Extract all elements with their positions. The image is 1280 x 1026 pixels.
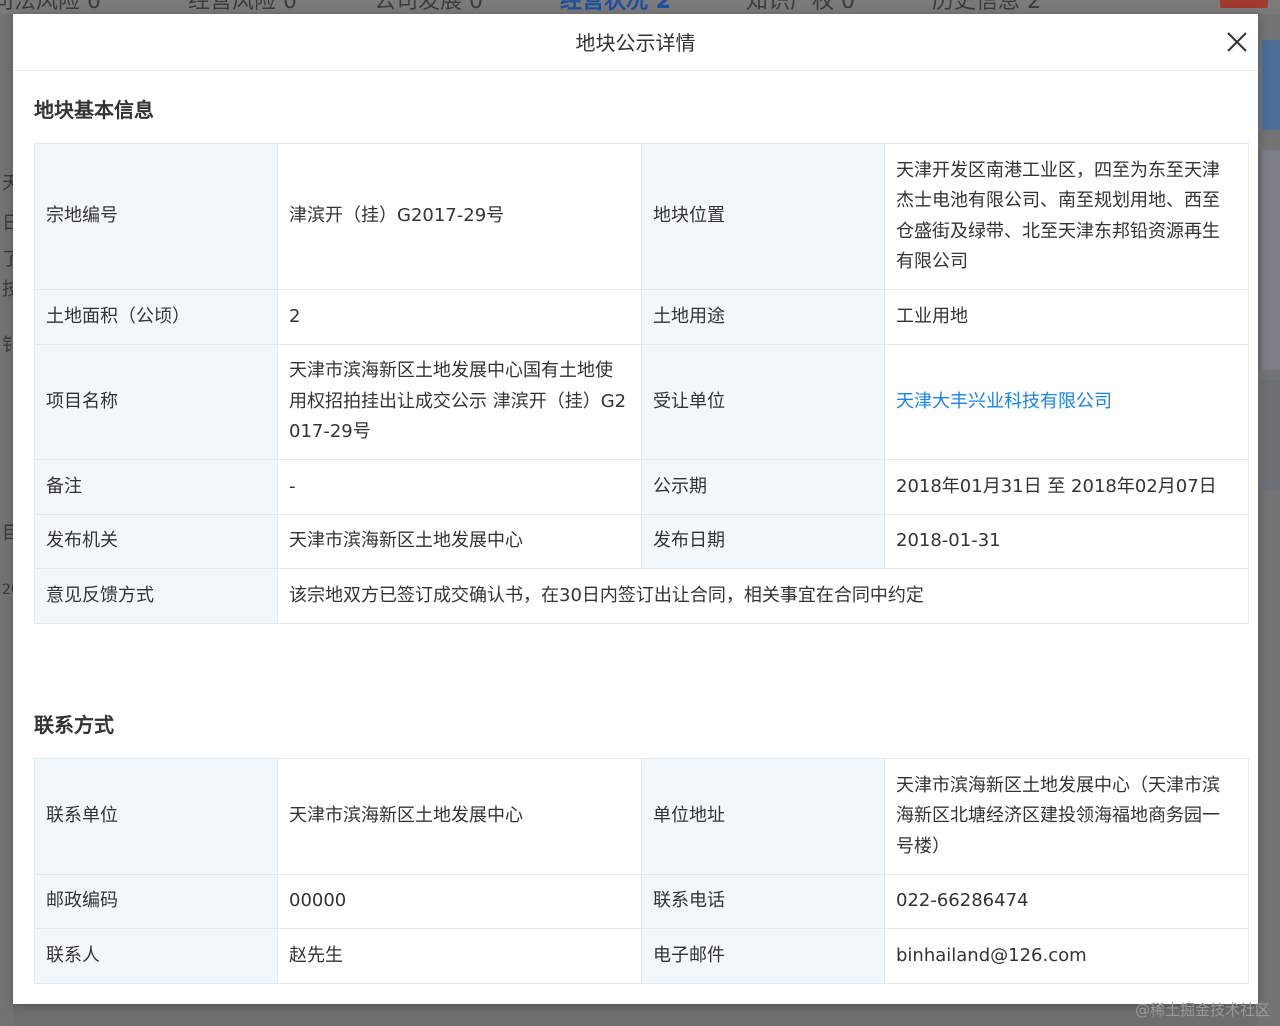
field-value-remarks: - [277, 459, 642, 515]
field-value-postal-code: 00000 [277, 874, 642, 929]
field-value-parcel-location: 天津开发区南港工业区，四至为东至天津杰士电池有限公司、南至规划用地、西至仓盛街及… [884, 143, 1249, 290]
field-label: 联系电话 [641, 874, 885, 929]
field-value-contact-person: 赵先生 [277, 928, 642, 984]
land-notice-modal: 地块公示详情 地块基本信息 宗地编号 津滨开（挂）G2017-29号 地块位置 … [13, 14, 1258, 1004]
field-value-land-use: 工业用地 [884, 289, 1249, 345]
background-side-panel [1262, 380, 1280, 490]
watermark: @稀土掘金技术社区 [1134, 1001, 1270, 1019]
table-row: 邮政编码 00000 联系电话 022-66286474 [34, 874, 1249, 929]
field-label: 联系单位 [34, 758, 278, 875]
field-value-publish-date: 2018-01-31 [884, 514, 1249, 569]
field-value-land-area: 2 [277, 289, 642, 345]
field-value-assignee: 天津大丰兴业科技有限公司 [884, 344, 1249, 460]
field-label: 发布机关 [34, 514, 278, 569]
field-value-contact-unit: 天津市滨海新区土地发展中心 [277, 758, 642, 875]
background-tab-history: 历史信息 2 [932, 0, 1042, 14]
background-side-panel [1262, 150, 1280, 370]
field-label: 土地面积（公顷） [34, 289, 278, 345]
background-tab-operations: 经营状况 2 [560, 0, 671, 14]
background-logo [1220, 0, 1268, 8]
field-label: 宗地编号 [34, 143, 278, 290]
field-label: 受让单位 [641, 344, 885, 460]
field-label: 电子邮件 [641, 928, 885, 984]
table-row: 联系人 赵先生 电子邮件 binhailand@126.com [34, 928, 1249, 984]
background-tab-legal-risk: 司法风险 0 [0, 0, 102, 14]
background-tab-business-risk: 经营风险 0 [188, 0, 298, 14]
modal-header: 地块公示详情 [13, 14, 1258, 71]
field-label: 发布日期 [641, 514, 885, 569]
field-value-email: binhailand@126.com [884, 928, 1249, 984]
field-value-project-name: 天津市滨海新区土地发展中心国有土地使用权招拍挂出让成交公示 津滨开（挂）G201… [277, 344, 642, 460]
field-label: 意见反馈方式 [34, 568, 278, 624]
background-tab-bar: 司法风险 0 经营风险 0 公司发展 0 经营状况 2 知识产权 0 历史信息 … [0, 0, 1280, 14]
field-value-feedback-method: 该宗地双方已签订成交确认书，在30日内签订出让合同，相关事宜在合同中约定 [277, 568, 1249, 624]
contact-table: 联系单位 天津市滨海新区土地发展中心 单位地址 天津市滨海新区土地发展中心（天津… [34, 758, 1249, 984]
background-tab-development: 公司发展 0 [374, 0, 484, 14]
field-value-unit-address: 天津市滨海新区土地发展中心（天津市滨海新区北塘经济区建投领海福地商务园一号楼） [884, 758, 1249, 875]
field-label: 邮政编码 [34, 874, 278, 929]
basic-info-table: 宗地编号 津滨开（挂）G2017-29号 地块位置 天津开发区南港工业区，四至为… [34, 143, 1249, 624]
basic-info-section-title: 地块基本信息 [34, 98, 154, 122]
field-value-notice-period: 2018年01月31日 至 2018年02月07日 [884, 459, 1249, 515]
field-label: 备注 [34, 459, 278, 515]
table-row: 意见反馈方式 该宗地双方已签订成交确认书，在30日内签订出让合同，相关事宜在合同… [34, 568, 1249, 624]
field-label: 项目名称 [34, 344, 278, 460]
close-button[interactable] [1224, 29, 1250, 55]
table-row: 宗地编号 津滨开（挂）G2017-29号 地块位置 天津开发区南港工业区，四至为… [34, 143, 1249, 290]
field-label: 土地用途 [641, 289, 885, 345]
field-label: 单位地址 [641, 758, 885, 875]
background-tab-ip: 知识产权 0 [746, 0, 856, 14]
modal-title: 地块公示详情 [575, 31, 696, 55]
field-value-issuing-authority: 天津市滨海新区土地发展中心 [277, 514, 642, 569]
background-side-panel [1262, 40, 1280, 130]
contact-section-title: 联系方式 [34, 713, 114, 737]
table-row: 项目名称 天津市滨海新区土地发展中心国有土地使用权招拍挂出让成交公示 津滨开（挂… [34, 344, 1249, 460]
close-icon [1227, 32, 1247, 52]
field-label: 联系人 [34, 928, 278, 984]
field-label: 公示期 [641, 459, 885, 515]
field-label: 地块位置 [641, 143, 885, 290]
table-row: 联系单位 天津市滨海新区土地发展中心 单位地址 天津市滨海新区土地发展中心（天津… [34, 758, 1249, 875]
field-value-parcel-number: 津滨开（挂）G2017-29号 [277, 143, 642, 290]
background-left-strip: 天 日 了 技 （ 钅 目 20 [0, 14, 20, 1026]
table-row: 发布机关 天津市滨海新区土地发展中心 发布日期 2018-01-31 [34, 514, 1249, 569]
table-row: 土地面积（公顷） 2 土地用途 工业用地 [34, 289, 1249, 345]
field-value-phone: 022-66286474 [884, 874, 1249, 929]
assignee-company-link[interactable]: 天津大丰兴业科技有限公司 [896, 391, 1112, 412]
table-row: 备注 - 公示期 2018年01月31日 至 2018年02月07日 [34, 459, 1249, 515]
